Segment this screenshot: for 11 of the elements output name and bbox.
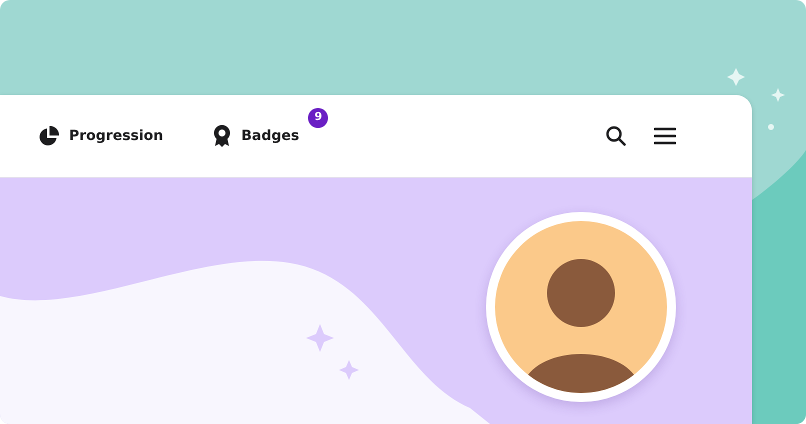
search-button[interactable] [606,126,626,146]
sparkle-icon [339,360,359,380]
sparkle-icon [306,324,334,352]
sparkle-icon [771,88,785,102]
nav-link[interactable]: Progression [69,126,164,146]
award-icon [213,125,232,147]
pie-chart-icon [38,126,59,146]
dot-icon [768,124,774,130]
count-badge: 9 [308,108,328,128]
sparkle-icon [727,68,745,86]
menu-button[interactable] [654,127,676,145]
